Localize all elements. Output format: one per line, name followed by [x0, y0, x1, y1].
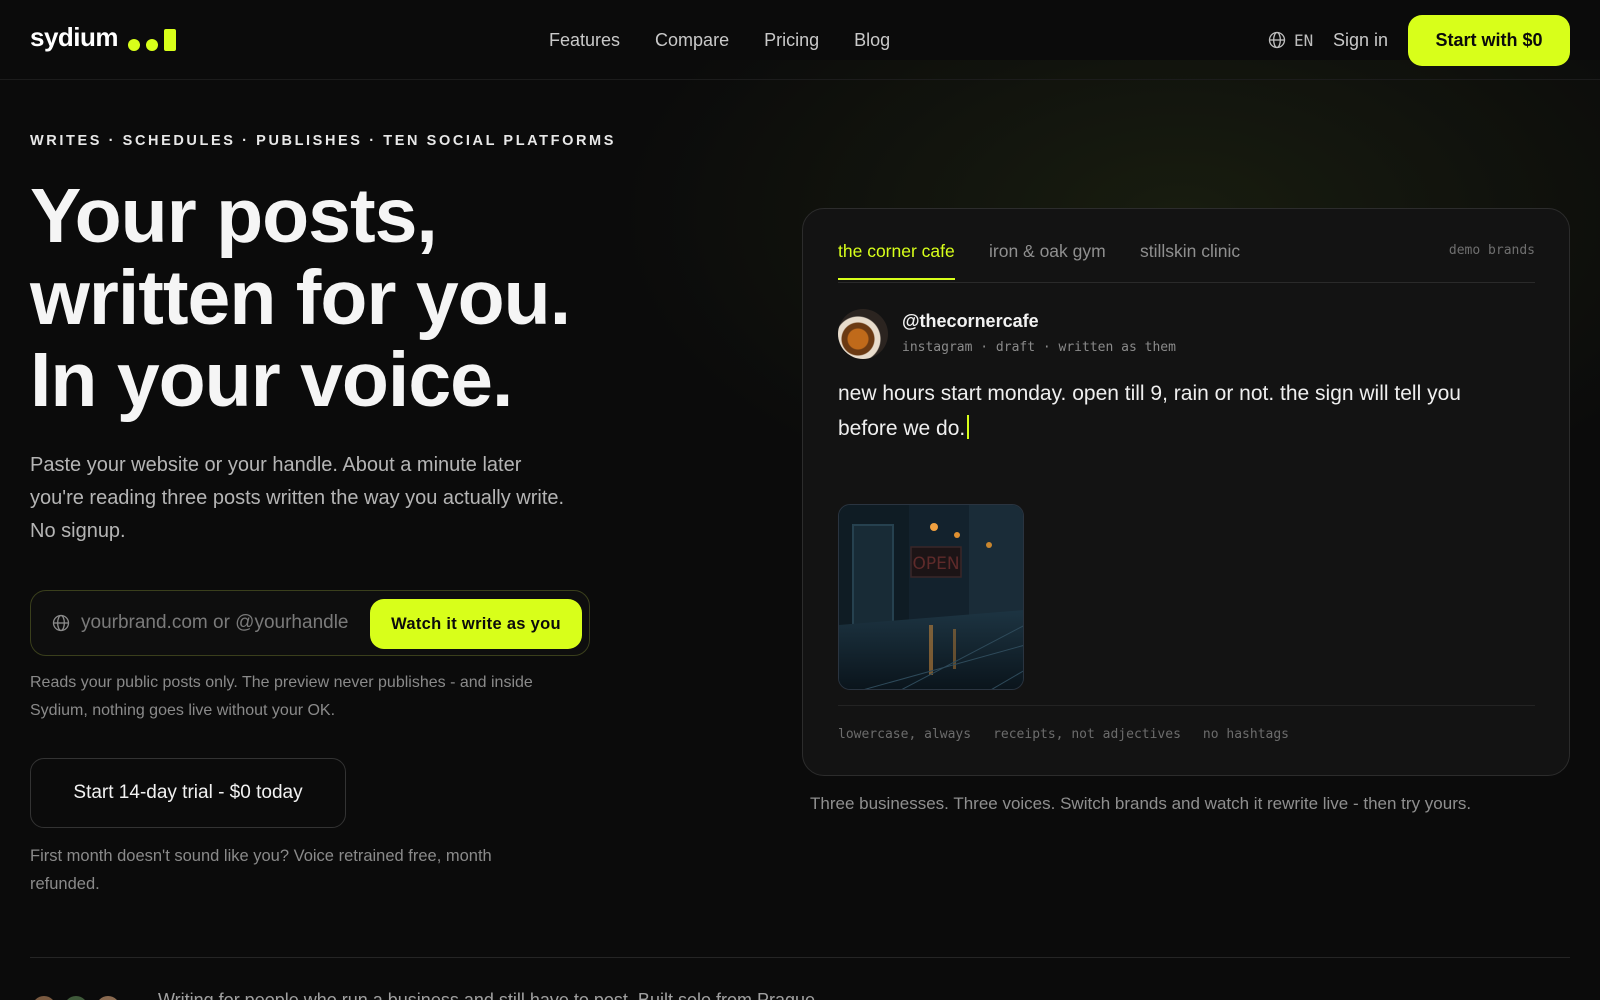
brand-tabs: the corner cafe iron & oak gym stillskin… — [838, 241, 1535, 283]
website-handle-input[interactable] — [81, 601, 381, 645]
globe-icon — [52, 614, 70, 632]
social-proof-text: Writing for people who run a business an… — [158, 990, 821, 1000]
top-nav: sydium Features Compare Pricing Blog EN … — [0, 0, 1600, 80]
nav-link-pricing[interactable]: Pricing — [764, 30, 819, 51]
avatar — [838, 309, 888, 359]
start-trial-button[interactable]: Start 14-day trial - $0 today — [30, 758, 346, 828]
rainy-storefront-image: OPEN — [839, 505, 1023, 689]
account-handle: @thecornercafe — [902, 311, 1039, 331]
headline-line-3: In your voice. — [30, 337, 513, 423]
nav-link-features[interactable]: Features — [549, 30, 620, 51]
avatar — [94, 994, 122, 1000]
eyebrow: WRITES · SCHEDULES · PUBLISHES · TEN SOC… — [30, 133, 616, 149]
logo-mark-icon — [128, 25, 177, 51]
tab-stillskin-clinic[interactable]: stillskin clinic — [1140, 241, 1240, 278]
chips-divider — [838, 705, 1535, 706]
section-divider — [30, 957, 1570, 958]
nav-links: Features Compare Pricing Blog — [549, 30, 890, 51]
post-meta: instagram · draft · written as them — [902, 340, 1176, 355]
tab-the-corner-cafe[interactable]: the corner cafe — [838, 241, 955, 280]
privacy-note: Reads your public posts only. The previe… — [30, 674, 533, 719]
voice-tag: receipts, not adjectives — [993, 727, 1181, 742]
handle-form: Watch it write as you — [30, 590, 590, 656]
headline-line-1: Your posts, — [30, 173, 438, 259]
tab-iron-oak-gym[interactable]: iron & oak gym — [989, 241, 1106, 278]
voice-tags: lowercase, always receipts, not adjectiv… — [838, 727, 1289, 742]
headline: Your posts, written for you. In your voi… — [30, 175, 750, 421]
language-label: EN — [1294, 30, 1314, 50]
logo[interactable]: sydium — [30, 22, 177, 53]
demo-caption: Three businesses. Three voices. Switch b… — [810, 794, 1472, 813]
language-switcher[interactable]: EN — [1267, 30, 1313, 50]
nav-link-compare[interactable]: Compare — [655, 30, 729, 51]
globe-icon — [1268, 31, 1286, 49]
voice-tag: no hashtags — [1202, 727, 1289, 742]
demo-card: the corner cafe iron & oak gym stillskin… — [802, 208, 1570, 776]
start-button[interactable]: Start with $0 — [1408, 15, 1570, 66]
avatar — [30, 994, 58, 1000]
voice-tag: lowercase, always — [838, 727, 972, 742]
post-body: new hours start monday. open till 9, rai… — [838, 382, 1461, 440]
image-sign-text: OPEN — [912, 554, 959, 574]
text-caret — [967, 415, 970, 439]
logo-text: sydium — [30, 22, 119, 52]
watch-it-write-button[interactable]: Watch it write as you — [370, 599, 582, 649]
guarantee-note: First month doesn't sound like you? Voic… — [30, 847, 492, 893]
hero-subtitle: Paste your website or your handle. About… — [30, 454, 565, 542]
post-image: OPEN — [838, 504, 1024, 690]
post-text: new hours start monday. open till 9, rai… — [838, 376, 1508, 446]
headline-line-2: written for you. — [30, 255, 571, 341]
sign-in-link[interactable]: Sign in — [1333, 30, 1388, 51]
avatar — [62, 994, 90, 1000]
nav-link-blog[interactable]: Blog — [854, 30, 890, 51]
demo-brands-label: demo brands — [1448, 243, 1535, 258]
